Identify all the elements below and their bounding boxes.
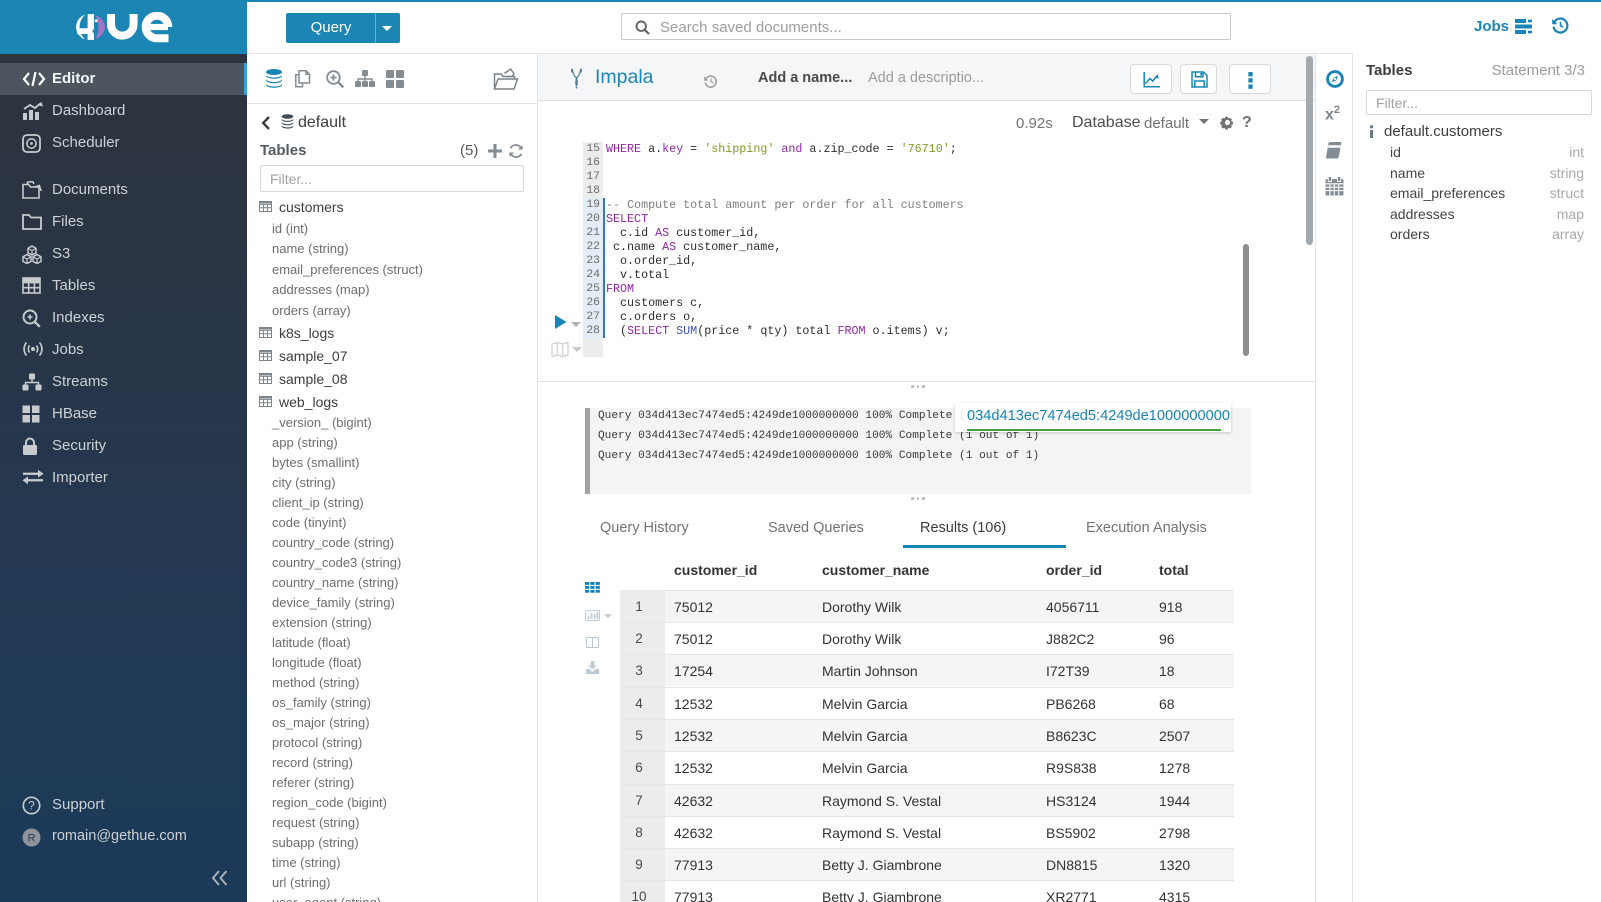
svg-text:?: ?	[28, 801, 34, 813]
svg-text:R: R	[28, 833, 36, 845]
